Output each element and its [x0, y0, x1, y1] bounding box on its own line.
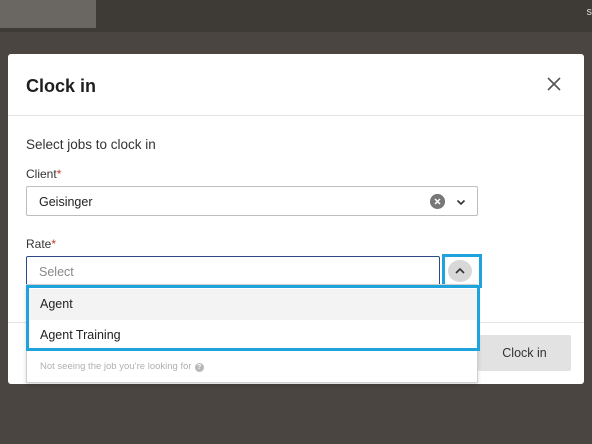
rate-label: Rate*	[26, 237, 57, 251]
clear-icon[interactable]	[430, 194, 445, 209]
client-required-mark: *	[56, 167, 62, 181]
background-tab	[0, 0, 96, 28]
rate-select-placeholder: Select	[39, 265, 74, 279]
chevron-up-icon[interactable]	[448, 260, 472, 282]
help-icon: ?	[194, 363, 204, 372]
rate-select[interactable]: Select	[26, 256, 440, 286]
client-label: Client*	[26, 167, 62, 181]
client-select-value: Geisinger	[39, 195, 93, 209]
background-glyph: s	[586, 6, 592, 18]
section-heading: Select jobs to clock in	[26, 137, 156, 152]
modal-header: Clock in	[8, 54, 584, 116]
rate-required-mark: *	[51, 237, 57, 251]
client-select[interactable]: Geisinger	[26, 186, 478, 216]
dropdown-hint[interactable]: Not seeing the job you’re looking for?	[40, 361, 204, 372]
background-topbar: s	[0, 0, 592, 32]
modal-title: Clock in	[26, 76, 97, 96]
clock-in-button[interactable]: Clock in	[478, 335, 571, 371]
close-icon[interactable]	[546, 76, 562, 92]
options-highlight	[26, 285, 480, 351]
chevron-down-icon[interactable]	[455, 196, 467, 208]
